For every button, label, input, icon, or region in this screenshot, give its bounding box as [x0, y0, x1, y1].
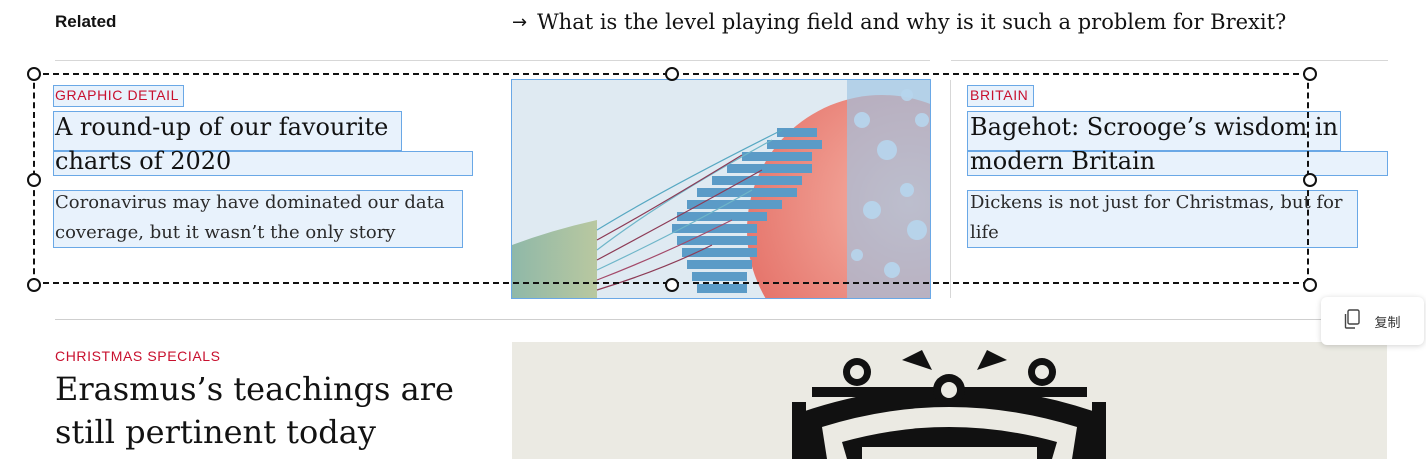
resize-handle[interactable] [1303, 278, 1317, 292]
divider [55, 60, 930, 61]
resize-handle[interactable] [1303, 67, 1317, 81]
copy-icon[interactable] [1344, 308, 1361, 334]
feature-kicker[interactable]: CHRISTMAS SPECIALS [55, 348, 221, 364]
resize-handle[interactable] [27, 278, 41, 292]
resize-handle[interactable] [27, 67, 41, 81]
selection-frame[interactable] [33, 73, 1309, 284]
resize-handle[interactable] [665, 67, 679, 81]
copy-label[interactable]: 复制 [1374, 312, 1400, 331]
woodcut-illustration-image[interactable] [512, 342, 1387, 459]
feature-headline[interactable]: Erasmus’s teachings are still pertinent … [55, 368, 454, 454]
arrow-right-icon: → [512, 11, 528, 33]
divider [951, 60, 1388, 61]
copy-popup[interactable]: 复制 [1321, 297, 1424, 345]
related-label: Related [55, 12, 117, 31]
resize-handle[interactable] [665, 278, 679, 292]
resize-handle[interactable] [27, 173, 41, 187]
related-article-link[interactable]: → What is the level playing field and wh… [512, 10, 1286, 34]
divider [55, 319, 1387, 320]
related-link-text: What is the level playing field and why … [537, 10, 1287, 34]
resize-handle[interactable] [1303, 173, 1317, 187]
